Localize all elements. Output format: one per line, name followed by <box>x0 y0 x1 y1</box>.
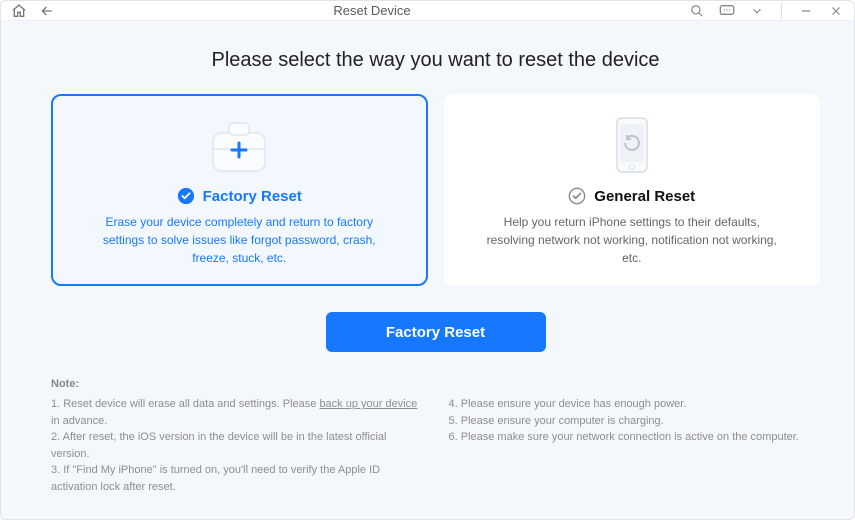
feedback-icon[interactable] <box>719 3 735 19</box>
titlebar: Reset Device <box>1 1 854 21</box>
window-title: Reset Device <box>55 3 689 18</box>
back-icon[interactable] <box>39 3 55 19</box>
titlebar-divider <box>781 3 782 19</box>
note-item: 3. If "Find My iPhone" is turned on, you… <box>51 462 423 495</box>
note-item: 6. Please make sure your network connect… <box>449 429 821 446</box>
card-desc: Help you return iPhone settings to their… <box>482 213 782 267</box>
notes-col-left: 1. Reset device will erase all data and … <box>51 396 423 495</box>
backup-link[interactable]: back up your device <box>319 398 417 410</box>
toolkit-icon <box>203 113 275 177</box>
check-icon <box>568 187 586 205</box>
note-item: 5. Please ensure your computer is chargi… <box>449 413 821 430</box>
phone-refresh-icon <box>607 113 657 177</box>
notes-columns: 1. Reset device will erase all data and … <box>51 396 820 495</box>
card-title: General Reset <box>594 188 695 205</box>
note-text: in advance. <box>51 415 107 427</box>
content-panel: Please select the way you want to reset … <box>1 21 854 519</box>
card-title-row: Factory Reset <box>177 187 302 205</box>
reset-options: Factory Reset Erase your device complete… <box>51 94 820 286</box>
notes-title: Note: <box>51 378 820 390</box>
notes-col-right: 4. Please ensure your device has enough … <box>449 396 821 495</box>
page-heading: Please select the way you want to reset … <box>51 49 820 72</box>
home-icon[interactable] <box>11 3 27 19</box>
card-title: Factory Reset <box>203 188 302 205</box>
note-item: 4. Please ensure your device has enough … <box>449 396 821 413</box>
minimize-icon[interactable] <box>798 3 814 19</box>
titlebar-left <box>11 3 55 19</box>
note-item: 2. After reset, the iOS version in the d… <box>51 429 423 462</box>
notes-section: Note: 1. Reset device will erase all dat… <box>51 378 820 495</box>
card-title-row: General Reset <box>568 187 695 205</box>
primary-action-button[interactable]: Factory Reset <box>326 312 546 352</box>
check-filled-icon <box>177 187 195 205</box>
app-window: Reset Device Please select the way you w… <box>0 0 855 520</box>
note-item: 1. Reset device will erase all data and … <box>51 396 423 429</box>
note-text: 1. Reset device will erase all data and … <box>51 398 319 410</box>
titlebar-right <box>689 3 844 19</box>
card-factory-reset[interactable]: Factory Reset Erase your device complete… <box>51 94 428 286</box>
card-desc: Erase your device completely and return … <box>89 213 389 267</box>
close-icon[interactable] <box>828 3 844 19</box>
card-general-reset[interactable]: General Reset Help you return iPhone set… <box>444 94 821 286</box>
search-icon[interactable] <box>689 3 705 19</box>
chevron-down-icon[interactable] <box>749 3 765 19</box>
